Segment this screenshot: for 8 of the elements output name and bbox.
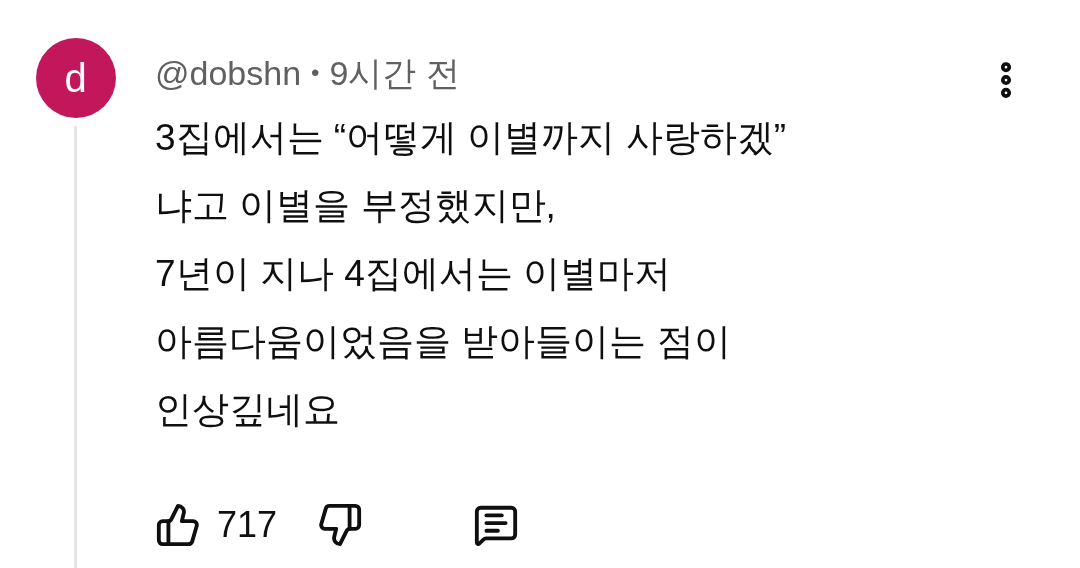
- dislike-icon[interactable]: [317, 502, 364, 548]
- author-handle[interactable]: @dobshn: [155, 47, 302, 99]
- separator-dot: •: [311, 58, 320, 88]
- comment-text: 3집에서는 “어떻게 이별까지 사랑하겠” 냐고 이별을 부정했지만, 7년이 지나 4집에서는 이별마저 아름다움이었음을 받아들이는 점이 인상깊네요: [155, 116, 788, 432]
- comment-time: 9시간 전: [329, 52, 460, 94]
- avatar[interactable]: d: [35, 38, 116, 118]
- like-count: 717: [217, 503, 278, 547]
- like-icon[interactable]: [155, 502, 201, 548]
